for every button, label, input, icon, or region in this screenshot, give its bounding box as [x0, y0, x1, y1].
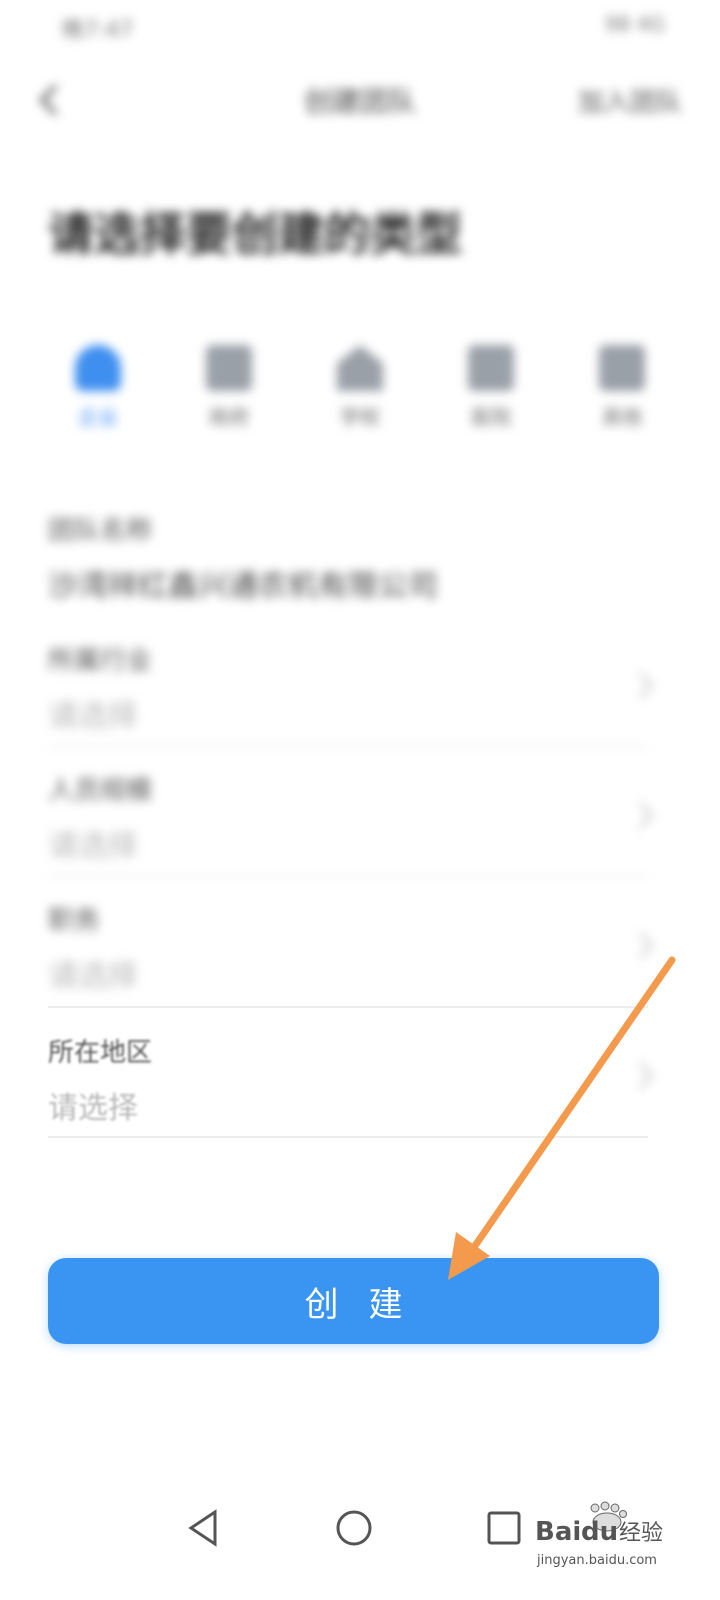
- svg-text:jingyan.baidu.com: jingyan.baidu.com: [536, 1553, 657, 1568]
- create-button[interactable]: 创建: [48, 1258, 659, 1344]
- school-icon: [337, 345, 383, 391]
- status-indicators: 98 4G: [604, 12, 665, 36]
- building-icon: [206, 345, 252, 391]
- type-option-label: 政府: [209, 405, 249, 429]
- type-option-school[interactable]: 学校: [310, 345, 410, 455]
- divider: [48, 1006, 648, 1008]
- status-bar: 晚7:47 98 4G: [0, 0, 720, 50]
- field-value: 沙湾祥红鑫兴通农机有限公司: [48, 569, 438, 604]
- field-label: 职务: [48, 906, 101, 936]
- region-field[interactable]: 所在地区 请选择: [48, 1032, 648, 1127]
- divider: [48, 875, 648, 877]
- status-time: 晚7:47: [62, 18, 134, 43]
- svg-text:经验: 经验: [619, 1521, 663, 1546]
- field-label: 团队名称: [48, 516, 153, 546]
- field-placeholder: 请选择: [48, 699, 138, 734]
- building-icon: [75, 345, 121, 391]
- svg-text:du: du: [581, 1517, 618, 1547]
- field-placeholder: 请选择: [48, 1091, 138, 1126]
- type-option-label: 学校: [340, 405, 380, 429]
- section-heading: 请选择要创建的类型: [48, 207, 462, 261]
- divider: [48, 745, 648, 747]
- team-name-field[interactable]: 团队名称 沙湾祥红鑫兴通农机有限公司: [48, 510, 648, 605]
- field-label: 人员规模: [48, 776, 153, 806]
- type-selector: 企业 政府 学校 医院 其他: [48, 345, 672, 455]
- hospital-icon: [468, 345, 514, 391]
- baidu-jingyan-watermark-icon: Bai du 经验 jingyan.baidu.com: [535, 1501, 663, 1568]
- home-icon[interactable]: [334, 1508, 374, 1548]
- field-placeholder: 请选择: [48, 829, 138, 864]
- position-field[interactable]: 职务 请选择: [48, 900, 648, 995]
- top-nav-bar: 创建团队 加入团队: [0, 60, 720, 140]
- svg-text:Bai: Bai: [535, 1517, 581, 1547]
- staff-size-field[interactable]: 人员规模 请选择: [48, 770, 648, 865]
- type-option-hospital[interactable]: 医院: [441, 345, 541, 455]
- type-option-enterprise[interactable]: 企业: [48, 345, 148, 455]
- field-label: 所属行业: [48, 646, 153, 676]
- recent-apps-icon[interactable]: [486, 1510, 522, 1546]
- field-placeholder: 请选择: [48, 959, 138, 994]
- divider: [48, 1136, 648, 1138]
- back-icon[interactable]: [185, 1508, 221, 1548]
- field-label: 所在地区: [48, 1038, 153, 1068]
- type-option-other[interactable]: 其他: [572, 345, 672, 455]
- type-option-label: 医院: [471, 405, 511, 429]
- type-option-government[interactable]: 政府: [179, 345, 279, 455]
- industry-field[interactable]: 所属行业 请选择: [48, 640, 648, 735]
- more-icon: [599, 345, 645, 391]
- join-team-link[interactable]: 加入团队: [578, 82, 682, 119]
- type-option-label: 其他: [602, 405, 642, 429]
- type-option-label: 企业: [78, 405, 118, 429]
